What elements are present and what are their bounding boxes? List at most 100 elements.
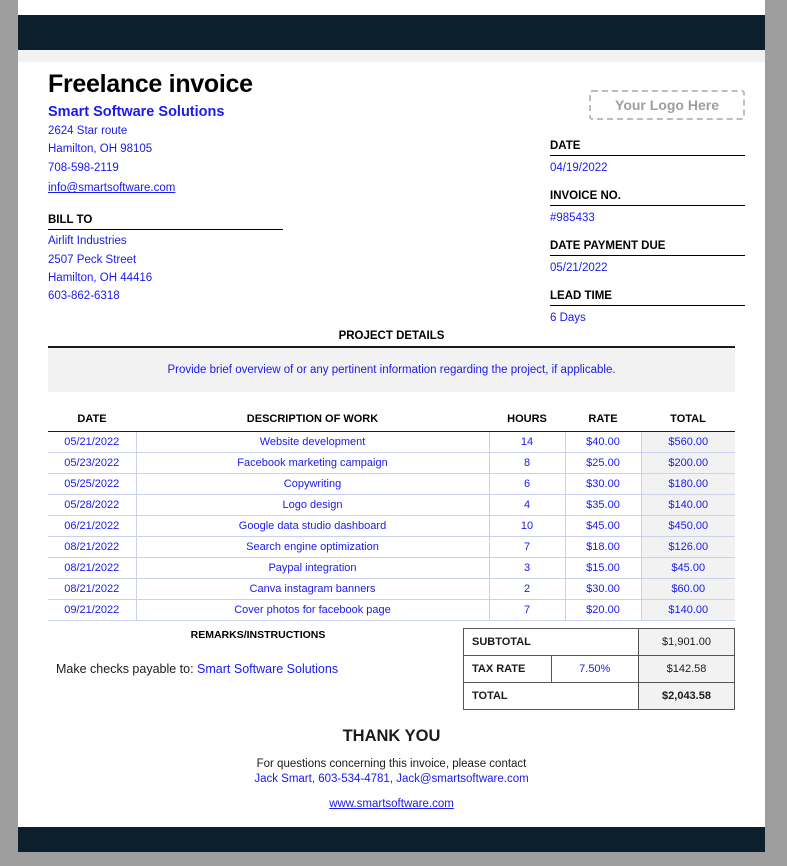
cell-description: Search engine optimization <box>136 536 490 558</box>
bill-to-heading: BILL TO <box>48 214 283 231</box>
totals-table: SUBTOTAL $1,901.00 TAX RATE 7.50% $142.5… <box>463 627 735 710</box>
bill-to-name: Airlift Industries <box>48 235 127 248</box>
cell-rate: $15.00 <box>565 557 642 579</box>
cell-hours: 8 <box>489 452 566 474</box>
project-details-text: Provide brief overview of or any pertine… <box>167 363 616 376</box>
remarks-text: Make checks payable to: Smart Software S… <box>56 662 338 676</box>
cell-total: $560.00 <box>641 431 735 453</box>
cell-rate: $40.00 <box>565 431 642 453</box>
bill-to-address-line-2: Hamilton, OH 44416 <box>48 271 153 284</box>
subtotal-label: SUBTOTAL <box>463 627 639 656</box>
table-row: 05/23/2022 Facebook marketing campaign 8 $2… <box>48 452 735 474</box>
remarks-heading: REMARKS/INSTRUCTIONS <box>190 628 326 641</box>
cell-rate: $18.00 <box>565 536 642 558</box>
meta-lead-time: LEAD TIME 6 Days <box>550 290 745 324</box>
table-row: 05/25/2022 Copywriting 6 $30.00 $180.00 <box>48 473 735 495</box>
footer-website-link[interactable]: www.smartsoftware.com <box>48 798 735 810</box>
thank-you-heading: THANK YOU <box>342 726 441 745</box>
tax-rate-label: TAX RATE <box>463 654 552 683</box>
cell-date: 08/21/2022 <box>48 578 137 600</box>
cell-description: Copywriting <box>136 473 490 495</box>
cell-description: Website development <box>136 431 490 453</box>
cell-date: 08/21/2022 <box>48 536 137 558</box>
bill-to-block: BILL TO Airlift Industries 2507 Peck Str… <box>48 214 283 304</box>
invoice-no-value: #985433 <box>550 212 595 224</box>
invoice-screen: Freelance invoice Smart Software Solutio… <box>0 0 787 866</box>
cell-hours: 6 <box>489 473 566 495</box>
invoice-sheet: Freelance invoice Smart Software Solutio… <box>18 62 765 827</box>
meta-payment-due: DATE PAYMENT DUE 05/21/2022 <box>550 240 745 274</box>
bill-to-phone: 603-862-6318 <box>48 290 120 303</box>
lead-time-label: LEAD TIME <box>550 290 745 306</box>
meta-invoice-no: INVOICE NO. #985433 <box>550 190 745 224</box>
cell-rate: $25.00 <box>565 452 642 474</box>
lead-time-value: 6 Days <box>550 312 586 324</box>
column-header-total: TOTAL <box>641 409 735 432</box>
table-row: 08/21/2022 Paypal integration 3 $15.00 $45.0… <box>48 557 735 579</box>
cell-total: $180.00 <box>641 473 735 495</box>
table-row: 09/21/2022 Cover photos for facebook page… <box>48 599 735 621</box>
table-row: 08/21/2022 Search engine optimization 7 $18… <box>48 536 735 558</box>
cell-rate: $35.00 <box>565 494 642 516</box>
remarks-prefix: Make checks payable to: <box>56 661 198 676</box>
table-row: 06/21/2022 Google data studio dashboard 10… <box>48 515 735 537</box>
invoice-no-label: INVOICE NO. <box>550 190 745 206</box>
payment-due-value: 05/21/2022 <box>550 262 608 274</box>
subtotal-value: $1,901.00 <box>638 627 735 656</box>
cell-date: 09/21/2022 <box>48 599 137 621</box>
cell-total: $450.00 <box>641 515 735 537</box>
cell-total: $126.00 <box>641 536 735 558</box>
footer-contact-details: Jack Smart, 603-534-4781, Jack@smartsoft… <box>254 772 529 785</box>
top-navy-bar <box>18 15 765 50</box>
cell-date: 08/21/2022 <box>48 557 137 579</box>
company-address-line-1: 2624 Star route <box>48 125 128 137</box>
column-header-hours: HOURS <box>489 409 565 432</box>
remarks-payee: Smart Software Solutions <box>197 661 339 676</box>
cell-date: 05/23/2022 <box>48 452 137 474</box>
cell-total: $140.00 <box>641 599 735 621</box>
line-items-table: DATE DESCRIPTION OF WORK HOURS RATE TOTA… <box>48 409 735 621</box>
cell-hours: 3 <box>489 557 566 579</box>
grand-total-value: $2,043.58 <box>638 681 735 710</box>
bill-to-address-line-1: 2507 Peck Street <box>48 253 137 266</box>
meta-date: DATE 04/19/2022 <box>550 140 745 174</box>
grand-total-label: TOTAL <box>463 681 639 710</box>
totals-row-subtotal: SUBTOTAL $1,901.00 <box>463 627 735 656</box>
cell-description: Canva instagram banners <box>136 578 490 600</box>
cell-total: $200.00 <box>641 452 735 474</box>
cell-rate: $45.00 <box>565 515 642 537</box>
totals-row-tax: TAX RATE 7.50% $142.58 <box>463 654 735 683</box>
project-details-box: Provide brief overview of or any pertine… <box>48 345 735 392</box>
invoice-meta-block: DATE 04/19/2022 INVOICE NO. #985433 DATE… <box>550 140 745 340</box>
lower-section: REMARKS/INSTRUCTIONS Make checks payable… <box>48 627 735 710</box>
footer-contact-line: For questions concerning this invoice, p… <box>256 757 527 770</box>
cell-description: Cover photos for facebook page <box>136 599 490 621</box>
top-gray-strip <box>18 50 765 62</box>
cell-date: 05/25/2022 <box>48 473 137 495</box>
cell-date: 06/21/2022 <box>48 515 137 537</box>
cell-total: $60.00 <box>641 578 735 600</box>
cell-hours: 14 <box>489 431 566 453</box>
logo-placeholder-label: Your Logo Here <box>615 97 719 113</box>
tax-value: $142.58 <box>638 654 735 683</box>
column-header-rate: RATE <box>565 409 641 432</box>
cell-date: 05/21/2022 <box>48 431 137 453</box>
payment-due-label: DATE PAYMENT DUE <box>550 240 745 256</box>
cell-hours: 2 <box>489 578 566 600</box>
totals-row-grand: TOTAL $2,043.58 <box>463 681 735 710</box>
table-row: 05/28/2022 Logo design 4 $35.00 $140.00 <box>48 494 735 516</box>
logo-placeholder[interactable]: Your Logo Here <box>589 90 745 120</box>
table-row: 05/21/2022 Website development 14 $40.00 $56… <box>48 431 735 453</box>
date-label: DATE <box>550 140 745 156</box>
cell-rate: $20.00 <box>565 599 642 621</box>
cell-description: Paypal integration <box>136 557 490 579</box>
date-value: 04/19/2022 <box>550 162 608 174</box>
column-header-date: DATE <box>48 409 136 432</box>
cell-description: Logo design <box>136 494 490 516</box>
cell-rate: $30.00 <box>565 473 642 495</box>
cell-description: Google data studio dashboard <box>136 515 490 537</box>
cell-total: $45.00 <box>641 557 735 579</box>
cell-rate: $30.00 <box>565 578 642 600</box>
cell-hours: 4 <box>489 494 566 516</box>
cell-hours: 10 <box>489 515 566 537</box>
